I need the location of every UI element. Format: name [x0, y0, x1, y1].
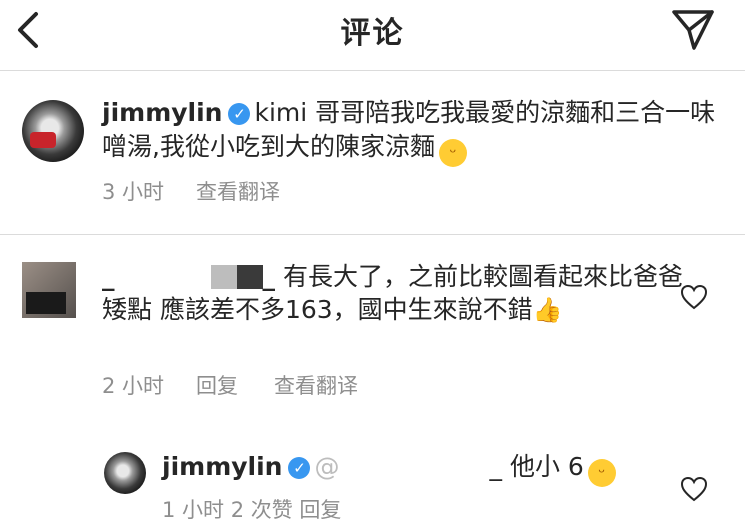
verified-badge-icon: ✓ [288, 457, 311, 479]
reply-avatar[interactable] [104, 452, 146, 494]
comment-username-prefix[interactable]: _ [102, 262, 115, 291]
reply-meta-partial: 1 小时 2 次赞 回复 [162, 498, 342, 522]
page-title: 评论 [340, 16, 405, 51]
verified-badge-icon: ✓ [228, 103, 251, 125]
comment-text-block: _ _ 有長大了，之前比較圖看起來比爸爸矮點 應該差不多163，國中生來說不錯👍 [102, 260, 692, 327]
paper-plane-icon[interactable] [670, 8, 716, 52]
reply-text-block: jimmylin ✓ @ _ 他小 6ᵕ [162, 450, 682, 487]
redacted-username-block-2 [210, 265, 237, 289]
caption-see-translation-link[interactable]: 查看翻译 [196, 176, 280, 206]
reply-mention-prefix[interactable]: @ [314, 452, 339, 481]
redacted-username-block [114, 265, 211, 289]
redacted-mention-block [339, 455, 490, 479]
comment-see-translation-link[interactable]: 查看翻译 [274, 370, 358, 400]
thumbs-up-emoji-icon: 👍 [532, 296, 563, 324]
reply-body: 他小 6 [509, 452, 584, 481]
comment-username-suffix[interactable]: _ [263, 262, 276, 291]
redacted-username-block-3 [236, 265, 263, 289]
header-divider [0, 70, 745, 71]
comment-timestamp: 2 小时 [102, 374, 165, 398]
smiling-face-emoji-icon: ᵕ [587, 459, 616, 487]
caption-divider [0, 234, 745, 235]
savoring-face-emoji-icon: ᵕ [438, 139, 467, 167]
reply-mention-suffix[interactable]: _ [489, 452, 502, 481]
caption-avatar[interactable] [22, 100, 84, 162]
caption-text-block: jimmylin ✓ kimi 哥哥陪我吃我最愛的涼麵和三合一味噌湯,我從小吃到大的… [102, 96, 722, 167]
comment-reply-button[interactable]: 回复 [196, 370, 238, 400]
heart-icon[interactable] [680, 284, 708, 310]
heart-icon[interactable] [680, 476, 708, 502]
reply-username[interactable]: jimmylin [162, 452, 282, 481]
caption-timestamp: 3 小时 [102, 180, 165, 204]
comment-avatar[interactable] [22, 262, 76, 318]
caption-username[interactable]: jimmylin [102, 98, 222, 127]
